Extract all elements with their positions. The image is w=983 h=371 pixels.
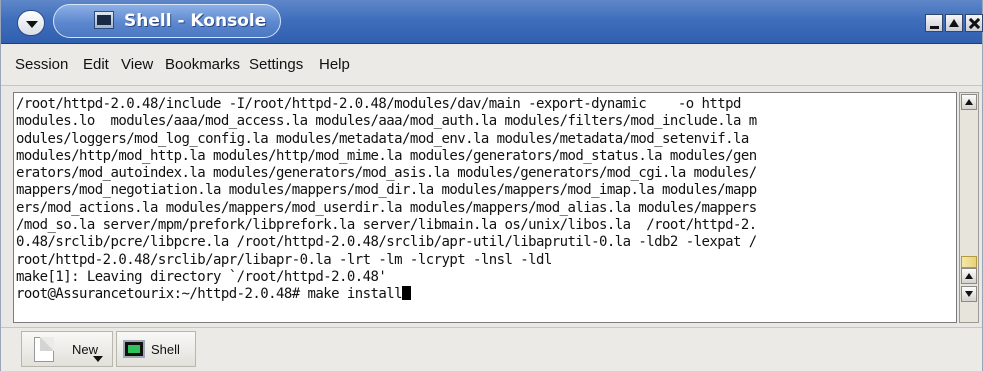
terminal-icon [123,340,145,358]
new-session-button[interactable]: New [21,331,113,367]
terminal-line: make[1]: Leaving directory `/root/httpd-… [16,268,387,285]
terminal-output: /root/httpd-2.0.48/include -I/root/httpd… [16,96,757,304]
chevron-down-icon [26,21,38,28]
document-icon [34,337,54,362]
terminal-view[interactable]: /root/httpd-2.0.48/include -I/root/httpd… [13,92,957,323]
menu-bar: Session Edit View Bookmarks Settings Hel… [1,46,982,86]
menu-bookmarks[interactable]: Bookmarks [165,56,240,73]
chevron-down-icon[interactable] [93,356,103,362]
terminal-line: root/httpd-2.0.48/srclib/apr/libapr-0.la… [16,251,552,268]
scroll-down-arrow-icon[interactable] [961,286,977,302]
terminal-line: modules.lo modules/aaa/mod_access.la mod… [16,113,757,130]
minimize-button[interactable] [925,14,943,32]
maximize-button[interactable] [945,14,963,32]
text-cursor [402,286,412,301]
terminal-prompt: root@Assurancetourix:~/httpd-2.0.48# mak… [16,286,403,303]
vertical-scrollbar[interactable] [959,92,979,323]
session-tabbar: New Shell [1,327,982,371]
close-button[interactable] [965,14,983,32]
terminal-line: odules/loggers/mod_log_config.la modules… [16,130,749,147]
terminal-line: erators/mod_autoindex.la modules/generat… [16,165,757,182]
window-menu-button[interactable] [17,10,45,36]
menu-session[interactable]: Session [15,56,68,73]
new-label: New [72,342,99,357]
menu-help[interactable]: Help [319,56,350,73]
menu-settings[interactable]: Settings [249,56,303,73]
terminal-prompt-line[interactable]: root@Assurancetourix:~/httpd-2.0.48# mak… [16,286,757,303]
terminal-line: 0.48/srclib/pcre/libpcre.la /root/httpd-… [16,234,757,251]
terminal-line: /root/httpd-2.0.48/include -I/root/httpd… [16,96,741,112]
konsole-window: Shell - Konsole Session Edit View Bookma… [0,0,983,371]
konsole-icon [94,11,114,29]
terminal-line: ers/mod_actions.la modules/mappers/mod_u… [16,199,757,216]
menu-edit[interactable]: Edit [83,56,109,73]
title-pill[interactable]: Shell - Konsole [53,4,281,38]
scrollbar-thumb[interactable] [961,256,977,268]
scroll-up-arrow-icon[interactable] [961,94,977,110]
scroll-up-arrow-icon[interactable] [961,268,977,284]
terminal-line: modules/http/mod_http.la modules/http/mo… [16,147,757,164]
window-title: Shell - Konsole [124,11,267,31]
menu-view[interactable]: View [121,56,153,73]
title-bar[interactable]: Shell - Konsole [1,0,983,44]
tab-shell-label: Shell [151,342,180,357]
terminal-line: mappers/mod_negotiation.la modules/mappe… [16,182,757,199]
terminal-line: /mod_so.la server/mpm/prefork/libprefork… [16,217,757,234]
tab-shell[interactable]: Shell [116,331,196,367]
